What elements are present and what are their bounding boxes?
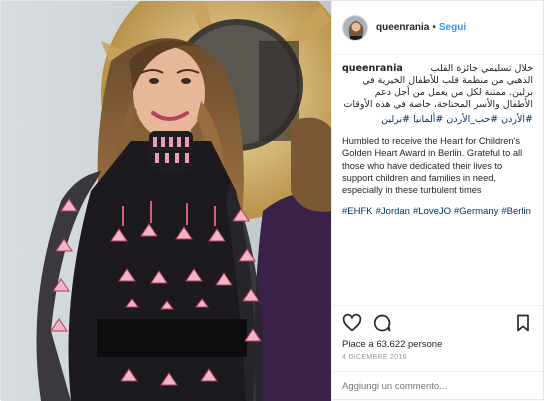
hashtag-germany[interactable]: #Germany (454, 206, 498, 217)
post-photo-illustration (1, 1, 331, 401)
post-actions (332, 305, 543, 339)
follow-button[interactable]: Segui (439, 22, 466, 33)
post-date[interactable]: 4 DICEMBRE 2016 (332, 350, 543, 371)
caption-arabic: queenrania خلال تسليمي جائزة القلب الذهب… (342, 63, 533, 111)
post-sidebar: queenrania • Segui queenrania خلال تسليم… (331, 1, 543, 401)
heart-icon[interactable] (342, 313, 362, 333)
likes-count[interactable]: Piace a 63.622 persone (332, 339, 543, 350)
caption-hashtags: #EHFK #Jordan #LoveJO #Germany #Berlin (342, 206, 533, 217)
instagram-post: queenrania • Segui queenrania خلال تسليم… (0, 0, 544, 401)
caption-username[interactable]: queenrania (342, 63, 403, 75)
comment-box (332, 371, 543, 401)
hashtag-jordan[interactable]: #Jordan (376, 206, 410, 217)
header-separator: • (432, 22, 436, 33)
avatar-image (343, 15, 367, 40)
hashtag-berlin[interactable]: #Berlin (501, 206, 531, 217)
post-photo[interactable] (1, 1, 331, 401)
bookmark-icon[interactable] (513, 313, 533, 333)
comment-icon[interactable] (372, 313, 392, 333)
caption-english-text: Humbled to receive the Heart for Childre… (342, 136, 523, 196)
hashtag-ehfk[interactable]: #EHFK (342, 206, 373, 217)
avatar[interactable] (342, 14, 368, 41)
hashtag-lovejo[interactable]: #LoveJO (413, 206, 451, 217)
post-caption: queenrania خلال تسليمي جائزة القلب الذهب… (332, 55, 543, 305)
post-header: queenrania • Segui (332, 1, 543, 55)
caption-arabic-hashtags[interactable]: #الأردن #حب_الأردن #ألمانيا #برلين (342, 114, 533, 125)
header-username[interactable]: queenrania (376, 22, 429, 33)
comment-input[interactable] (342, 381, 533, 392)
